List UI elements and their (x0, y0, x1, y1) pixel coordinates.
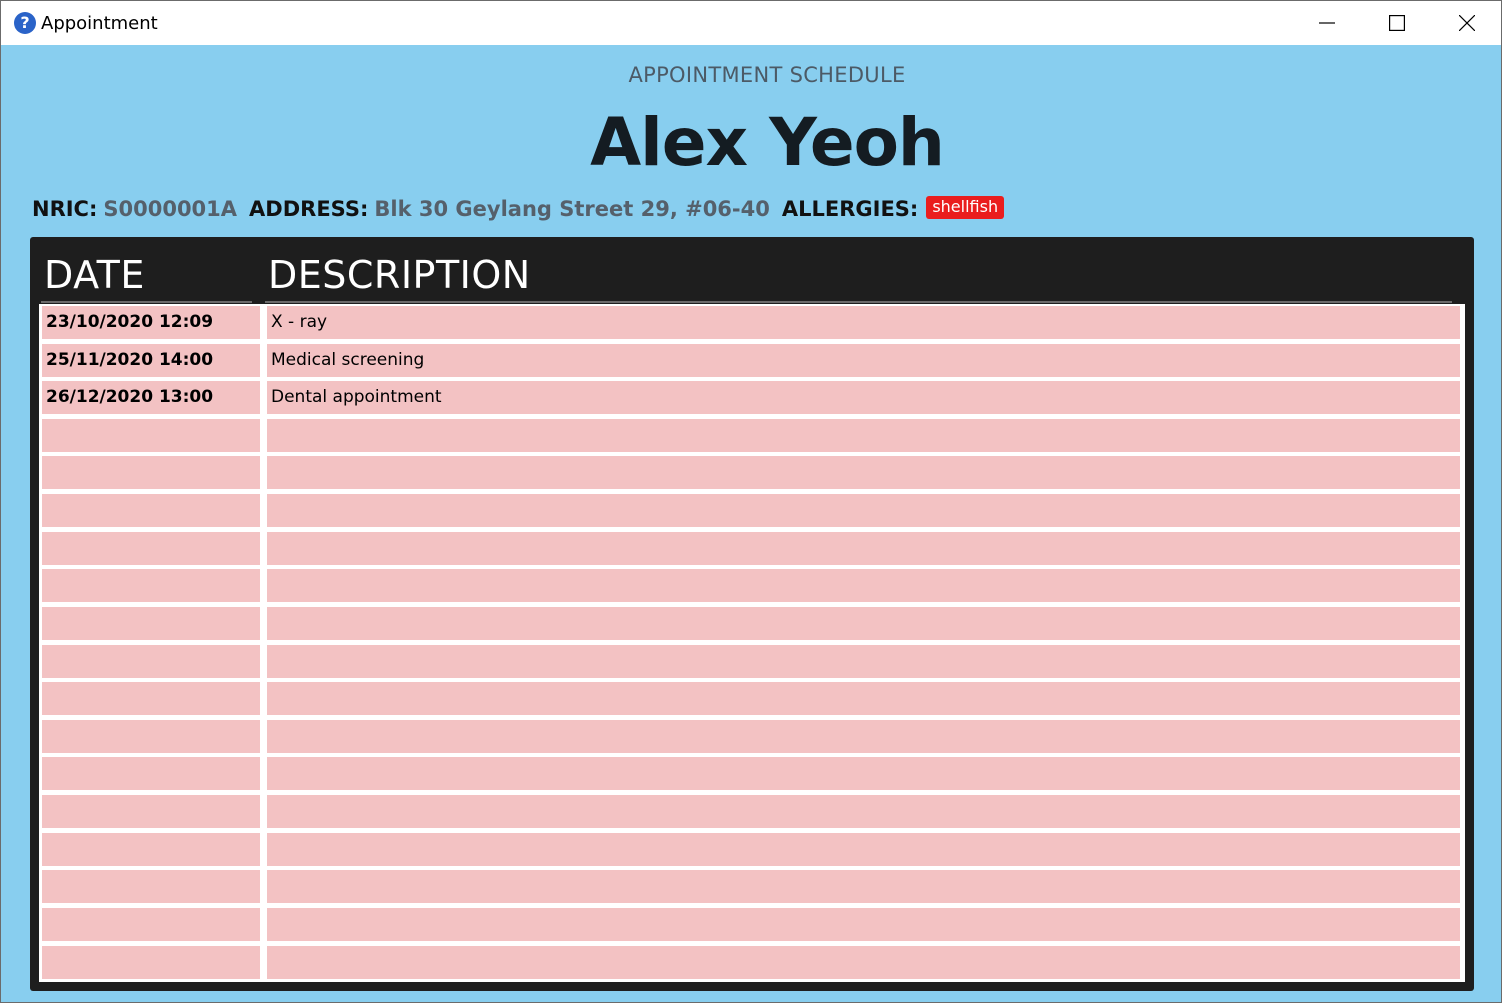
address-label: ADDRESS: (249, 197, 369, 221)
window-title: Appointment (41, 13, 158, 34)
column-header-description[interactable]: DESCRIPTION (265, 253, 1452, 303)
description-cell: Dental appointment (267, 381, 1460, 415)
close-button[interactable] (1435, 1, 1499, 45)
table-row[interactable] (39, 531, 1465, 565)
table-row[interactable] (39, 907, 1465, 941)
description-cell (267, 795, 1460, 829)
description-cell (267, 945, 1460, 979)
date-cell (42, 418, 260, 452)
date-cell (42, 531, 260, 565)
description-cell (267, 870, 1460, 904)
date-cell (42, 870, 260, 904)
description-cell (267, 531, 1460, 565)
description-cell (267, 907, 1460, 941)
description-cell (267, 719, 1460, 753)
table-row[interactable] (39, 945, 1465, 979)
date-cell: 26/12/2020 13:00 (42, 381, 260, 415)
help-question-icon: ? (14, 12, 36, 34)
allergy-tag: shellfish (926, 195, 1005, 219)
date-cell: 23/10/2020 12:09 (42, 306, 260, 339)
date-cell (42, 907, 260, 941)
nric-label: NRIC: (32, 197, 98, 221)
table-row[interactable] (39, 569, 1465, 603)
maximize-button[interactable] (1365, 1, 1429, 45)
maximize-icon (1389, 15, 1405, 31)
description-cell (267, 757, 1460, 791)
column-header-date[interactable]: DATE (41, 253, 252, 303)
date-cell (42, 682, 260, 716)
table-row[interactable] (39, 644, 1465, 678)
table-row[interactable] (39, 795, 1465, 829)
date-cell (42, 832, 260, 866)
date-cell (42, 569, 260, 603)
allergies-label: ALLERGIES: (781, 197, 919, 221)
description-cell (267, 456, 1460, 490)
date-cell (42, 757, 260, 791)
table-row[interactable] (39, 418, 1465, 452)
table-row[interactable] (39, 870, 1465, 904)
title-bar[interactable]: ? Appointment (1, 1, 1501, 45)
description-cell (267, 644, 1460, 678)
patient-name: Alex Yeoh (590, 104, 945, 181)
patient-info: NRIC: S0000001A ADDRESS: Blk 30 Geylang … (32, 195, 1005, 223)
date-cell (42, 945, 260, 979)
address-value: Blk 30 Geylang Street 29, #06-40 (374, 197, 770, 221)
date-cell: 25/11/2020 14:00 (42, 343, 260, 377)
description-cell (267, 606, 1460, 640)
description-cell (267, 494, 1460, 528)
minimize-icon (1319, 22, 1335, 24)
description-cell (267, 682, 1460, 716)
date-cell (42, 719, 260, 753)
table-row[interactable]: 23/10/2020 12:09 X - ray (39, 306, 1465, 339)
table-body: 23/10/2020 12:09 X - ray 25/11/2020 14:00 M… (39, 304, 1465, 982)
table-row[interactable] (39, 832, 1465, 866)
description-cell (267, 418, 1460, 452)
description-cell: X - ray (267, 306, 1460, 339)
date-cell (42, 606, 260, 640)
table-row[interactable] (39, 456, 1465, 490)
date-cell (42, 494, 260, 528)
table-row[interactable]: 26/12/2020 13:00 Dental appointment (39, 381, 1465, 415)
appointment-window: ? Appointment APPOINTMENT SCHEDULE Alex … (0, 0, 1502, 1003)
date-cell (42, 644, 260, 678)
table-row[interactable]: 25/11/2020 14:00 Medical screening (39, 343, 1465, 377)
table-row[interactable] (39, 606, 1465, 640)
close-icon (1459, 15, 1475, 31)
description-cell (267, 569, 1460, 603)
table-row[interactable] (39, 682, 1465, 716)
table-row[interactable] (39, 719, 1465, 753)
schedule-subtitle: APPOINTMENT SCHEDULE (628, 63, 906, 87)
nric-value: S0000001A (103, 197, 238, 221)
date-cell (42, 456, 260, 490)
appointment-table: DATE DESCRIPTION 23/10/2020 12:09 X - ray… (30, 237, 1474, 991)
description-cell: Medical screening (267, 343, 1460, 377)
table-row[interactable] (39, 757, 1465, 791)
minimize-button[interactable] (1295, 1, 1359, 45)
date-cell (42, 795, 260, 829)
table-row[interactable] (39, 494, 1465, 528)
description-cell (267, 832, 1460, 866)
